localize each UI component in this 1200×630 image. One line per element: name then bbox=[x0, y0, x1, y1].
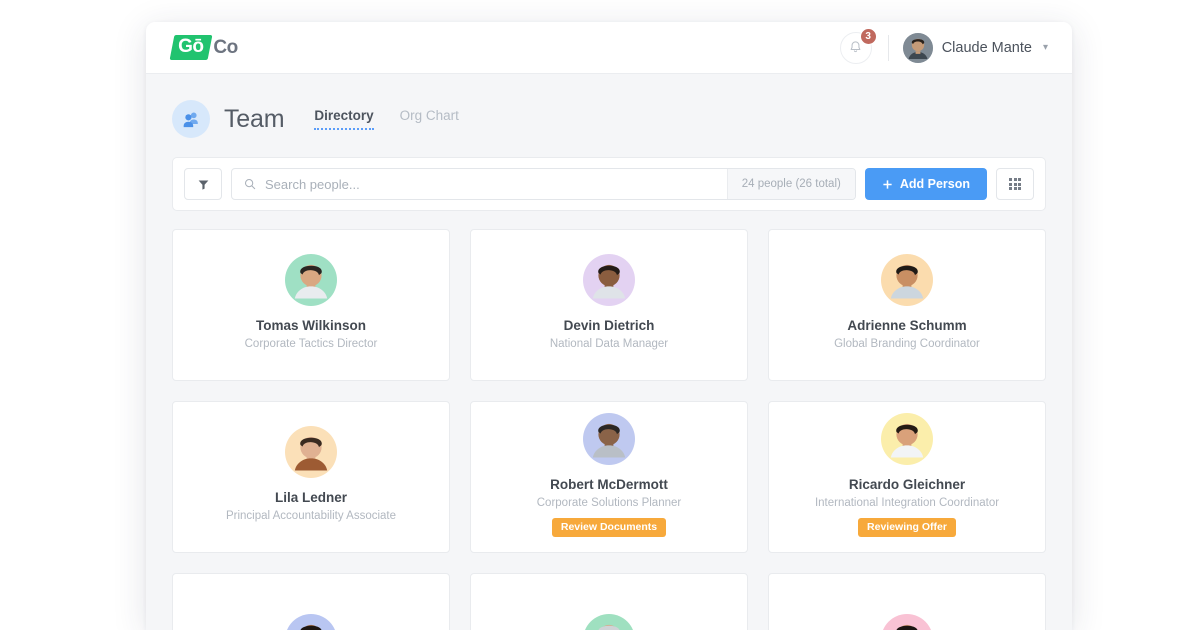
grid-view-icon bbox=[1008, 177, 1022, 191]
person-job-title: International Integration Coordinator bbox=[814, 497, 1000, 509]
filter-button[interactable] bbox=[184, 168, 222, 200]
filter-icon bbox=[198, 179, 208, 190]
person-job-title: National Data Manager bbox=[549, 338, 669, 350]
avatar bbox=[583, 254, 635, 306]
tab-directory[interactable]: Directory bbox=[314, 108, 374, 130]
people-count-label: 24 people (26 total) bbox=[726, 169, 855, 199]
tab-org-chart[interactable]: Org Chart bbox=[400, 108, 459, 130]
person-card[interactable]: Ricardo Gleichner International Integrati… bbox=[768, 401, 1046, 553]
search-field[interactable] bbox=[232, 176, 727, 192]
people-card-grid: Tomas Wilkinson Corporate Tactics Directo… bbox=[172, 229, 1046, 630]
people-glyph-icon bbox=[183, 112, 198, 128]
avatar bbox=[285, 614, 337, 630]
person-card[interactable] bbox=[172, 573, 450, 630]
grid-view-button[interactable] bbox=[996, 168, 1034, 200]
avatar-photo-icon bbox=[592, 264, 626, 299]
avatar-photo-icon bbox=[896, 624, 918, 630]
avatar bbox=[881, 254, 933, 306]
avatar bbox=[881, 413, 933, 465]
bell-icon bbox=[850, 41, 861, 53]
topbar-right-group: 3 Claude Mante ▾ bbox=[839, 27, 1048, 64]
person-name: Robert McDermott bbox=[550, 477, 668, 492]
directory-toolbar: 24 people (26 total) Add Person bbox=[172, 157, 1046, 211]
status-badge[interactable]: Review Documents bbox=[551, 518, 667, 537]
goco-logo[interactable]: Gō Co bbox=[169, 35, 238, 60]
person-job-title: Principal Accountability Associate bbox=[225, 510, 397, 522]
avatar-photo-icon bbox=[890, 264, 924, 299]
person-card[interactable]: Tomas Wilkinson Corporate Tactics Directo… bbox=[172, 229, 450, 381]
search-icon bbox=[244, 178, 256, 190]
notifications-button[interactable]: 3 bbox=[839, 27, 877, 64]
topbar-divider bbox=[887, 34, 889, 61]
avatar-photo-icon bbox=[300, 624, 322, 630]
person-card[interactable]: Lila Ledner Principal Accountability Asso… bbox=[172, 401, 450, 553]
search-box: 24 people (26 total) bbox=[231, 168, 856, 200]
status-badge[interactable]: Reviewing Offer bbox=[858, 518, 956, 537]
person-name: Lila Ledner bbox=[274, 490, 347, 505]
plus-icon bbox=[883, 179, 892, 189]
search-input[interactable] bbox=[265, 176, 716, 192]
person-card[interactable] bbox=[768, 573, 1046, 630]
person-card[interactable] bbox=[470, 573, 748, 630]
avatar-photo-icon bbox=[890, 423, 924, 458]
user-menu[interactable]: Claude Mante ▾ bbox=[902, 32, 1048, 63]
avatar bbox=[583, 614, 635, 630]
avatar-photo-icon bbox=[592, 423, 626, 458]
avatar-photo-icon bbox=[294, 264, 328, 299]
person-job-title: Corporate Solutions Planner bbox=[536, 497, 682, 509]
person-card[interactable]: Devin Dietrich National Data Manager bbox=[470, 229, 748, 381]
avatar-photo-icon bbox=[598, 624, 620, 630]
avatar bbox=[583, 413, 635, 465]
add-person-label: Add Person bbox=[899, 177, 970, 191]
person-card[interactable]: Adrienne Schumm Global Branding Coordinat… bbox=[768, 229, 1046, 381]
person-name: Adrienne Schumm bbox=[847, 318, 967, 333]
person-card[interactable]: Robert McDermott Corporate Solutions Plan… bbox=[470, 401, 748, 553]
logo-mark-text: Gō bbox=[178, 36, 204, 57]
user-avatar-photo-icon bbox=[902, 32, 933, 63]
page-tabs: Directory Org Chart bbox=[314, 108, 459, 130]
logo-mark: Gō bbox=[169, 35, 213, 60]
team-people-icon bbox=[172, 100, 210, 138]
avatar bbox=[285, 254, 337, 306]
avatar bbox=[881, 614, 933, 630]
person-name: Ricardo Gleichner bbox=[848, 477, 966, 492]
avatar-photo-icon bbox=[294, 436, 328, 471]
person-job-title: Corporate Tactics Director bbox=[244, 338, 378, 350]
notification-count-badge: 3 bbox=[859, 27, 877, 45]
person-job-title: Global Branding Coordinator bbox=[834, 338, 980, 350]
add-person-button[interactable]: Add Person bbox=[864, 168, 987, 200]
avatar bbox=[902, 32, 933, 63]
page-header: Team Directory Org Chart bbox=[146, 74, 1072, 138]
top-navigation-bar: Gō Co 3 Claude Mante ▾ bbox=[146, 22, 1072, 74]
app-window: Gō Co 3 Claude Mante ▾ Team Directory Or… bbox=[146, 22, 1072, 630]
chevron-down-icon: ▾ bbox=[1042, 42, 1048, 53]
person-name: Tomas Wilkinson bbox=[256, 318, 366, 333]
person-name: Devin Dietrich bbox=[563, 318, 655, 333]
avatar bbox=[285, 426, 337, 478]
page-title: Team bbox=[224, 104, 285, 133]
user-name-label: Claude Mante bbox=[941, 39, 1032, 56]
logo-suffix-text: Co bbox=[213, 36, 238, 58]
